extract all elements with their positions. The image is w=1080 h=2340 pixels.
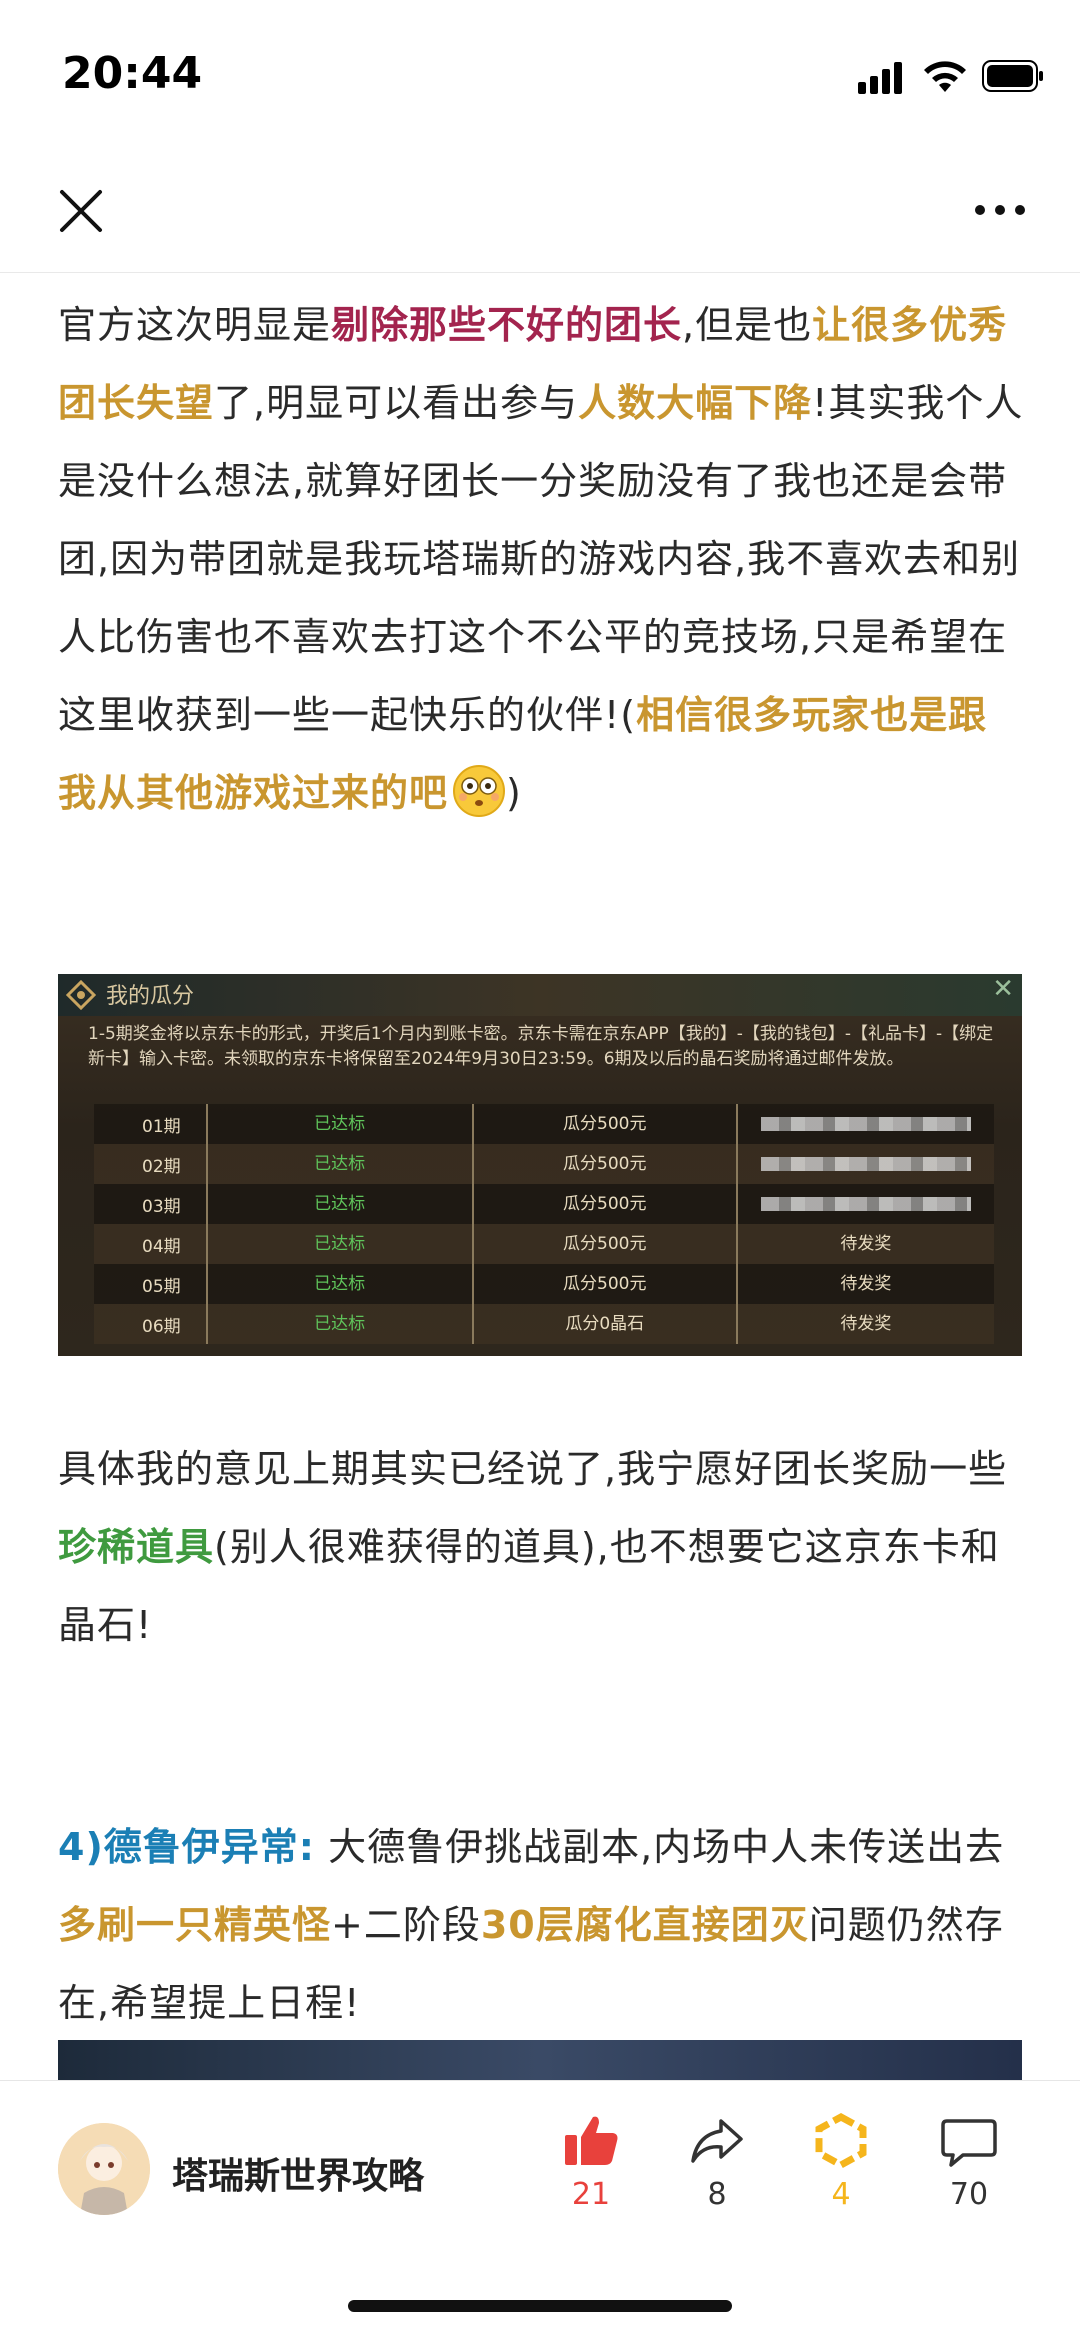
result-cell — [735, 1184, 994, 1224]
period-cell: 06期 — [142, 1316, 181, 1337]
collect-hexagon-icon — [815, 2113, 867, 2169]
table-row: 04期 已达标 瓜分500元 待发奖 — [94, 1224, 994, 1264]
status-cell: 已达标 — [205, 1264, 472, 1304]
reward-cell: 瓜分500元 — [471, 1224, 736, 1264]
author-name[interactable]: 塔瑞斯世界攻略 — [172, 2147, 424, 2199]
reward-cell: 瓜分500元 — [471, 1184, 736, 1224]
wifi-icon — [924, 61, 966, 92]
status-time: 20:44 — [62, 48, 203, 99]
article-paragraph-3: 4)德鲁伊异常: 大德鲁伊挑战副本,内场中人未传送出去多刷一只精英怪+二阶段30… — [58, 1808, 1026, 2042]
period-cell: 05期 — [142, 1276, 181, 1297]
table-row: 06期 已达标 瓜分0晶石 待发奖 — [94, 1304, 994, 1344]
game-screenshot-image[interactable]: 我的瓜分 ✕ 1-5期奖金将以京东卡的形式，开奖后1个月内到账卡密。京东卡需在京… — [58, 974, 1022, 1356]
period-cell: 02期 — [142, 1156, 181, 1177]
thumbs-up-icon — [565, 2116, 618, 2165]
reward-cell: 瓜分0晶石 — [471, 1304, 736, 1344]
avatar-image — [58, 2123, 150, 2215]
result-cell: 待发奖 — [735, 1304, 994, 1344]
more-options-icon[interactable] — [970, 190, 1030, 230]
text-segment: 具体我的意见上期其实已经说了,我宁愿好团长奖励一些 — [58, 1447, 1008, 1491]
status-cell: 已达标 — [205, 1104, 472, 1144]
highlight-text: 多刷一只精英怪 — [58, 1903, 332, 1947]
comment-count: 70 — [949, 2177, 989, 2212]
screenshot-header: 我的瓜分 ✕ — [58, 974, 1022, 1016]
status-cell: 已达标 — [205, 1304, 472, 1344]
text-segment: ) — [506, 771, 522, 815]
share-count: 8 — [707, 2177, 727, 2212]
result-cell: 待发奖 — [735, 1224, 994, 1264]
highlight-text: 珍稀道具 — [58, 1525, 215, 1569]
text-segment: ,但是也 — [682, 303, 813, 347]
text-segment: 大德鲁伊挑战副本,内场中人未传送出去 — [315, 1825, 1005, 1869]
collect-count: 4 — [831, 2177, 851, 2212]
period-cell: 04期 — [142, 1236, 181, 1257]
result-cell — [735, 1104, 994, 1144]
comment-button[interactable]: 70 — [924, 2111, 1014, 2212]
table-row: 01期 已达标 瓜分500元 — [94, 1104, 994, 1144]
redacted-code — [760, 1197, 971, 1211]
table-row: 05期 已达标 瓜分500元 待发奖 — [94, 1264, 994, 1304]
status-bar: 20:44 — [0, 0, 1080, 150]
article-paragraph-1: 官方这次明显是剔除那些不好的团长,但是也让很多优秀团长失望了,明显可以看出参与人… — [58, 286, 1026, 832]
collect-button[interactable]: 4 — [796, 2111, 886, 2212]
status-cell: 已达标 — [205, 1144, 472, 1184]
period-cell: 01期 — [142, 1116, 181, 1137]
cellular-signal-icon — [858, 58, 904, 94]
status-cell: 已达标 — [205, 1224, 472, 1264]
screenshot-title: 我的瓜分 — [106, 984, 195, 1009]
comment-bubble-icon — [941, 2119, 997, 2167]
result-cell: 待发奖 — [735, 1264, 994, 1304]
status-cell: 已达标 — [205, 1184, 472, 1224]
reward-cell: 瓜分500元 — [471, 1144, 736, 1184]
text-segment: 官方这次明显是 — [58, 303, 332, 347]
nav-bar — [0, 150, 1080, 273]
author-avatar[interactable] — [58, 2123, 150, 2215]
flushed-face-emoji-icon — [453, 765, 506, 817]
screenshot-notice: 1-5期奖金将以京东卡的形式，开奖后1个月内到账卡密。京东卡需在京东APP【我的… — [88, 1024, 994, 1069]
share-button[interactable]: 8 — [672, 2111, 762, 2212]
reward-cell: 瓜分500元 — [471, 1264, 736, 1304]
game-emblem-icon — [66, 980, 96, 1010]
close-icon[interactable] — [52, 182, 110, 240]
text-segment: +二阶段 — [331, 1903, 481, 1947]
highlight-text: 人数大幅下降 — [578, 381, 813, 425]
close-icon: ✕ — [992, 974, 1014, 1004]
text-segment: 了,明显可以看出参与 — [214, 381, 579, 425]
battery-icon — [982, 60, 1043, 92]
like-count: 21 — [571, 2177, 611, 2212]
highlight-text: 剔除那些不好的团长 — [331, 303, 683, 347]
like-button[interactable]: 21 — [546, 2111, 636, 2212]
reward-table: 01期 已达标 瓜分500元 02期 已达标 瓜分500元 03期 已达标 瓜分… — [94, 1104, 994, 1344]
reward-cell: 瓜分500元 — [471, 1104, 736, 1144]
table-row: 03期 已达标 瓜分500元 — [94, 1184, 994, 1224]
section-heading: 4)德鲁伊异常: — [58, 1825, 316, 1869]
table-row: 02期 已达标 瓜分500元 — [94, 1144, 994, 1184]
redacted-code — [760, 1117, 971, 1131]
text-segment: !其实我个人是没什么想法,就算好团长一分奖励没有了我也还是会带团,因为带团就是我… — [58, 381, 1024, 737]
share-arrow-icon — [691, 2119, 743, 2163]
highlight-text: 30层腐化直接团灭 — [480, 1903, 809, 1947]
home-indicator[interactable] — [348, 2300, 732, 2312]
result-cell — [735, 1144, 994, 1184]
game-screenshot-image-2[interactable] — [58, 2040, 1022, 2080]
article-paragraph-2: 具体我的意见上期其实已经说了,我宁愿好团长奖励一些珍稀道具(别人很难获得的道具)… — [58, 1430, 1026, 1664]
redacted-code — [760, 1157, 971, 1171]
period-cell: 03期 — [142, 1196, 181, 1217]
